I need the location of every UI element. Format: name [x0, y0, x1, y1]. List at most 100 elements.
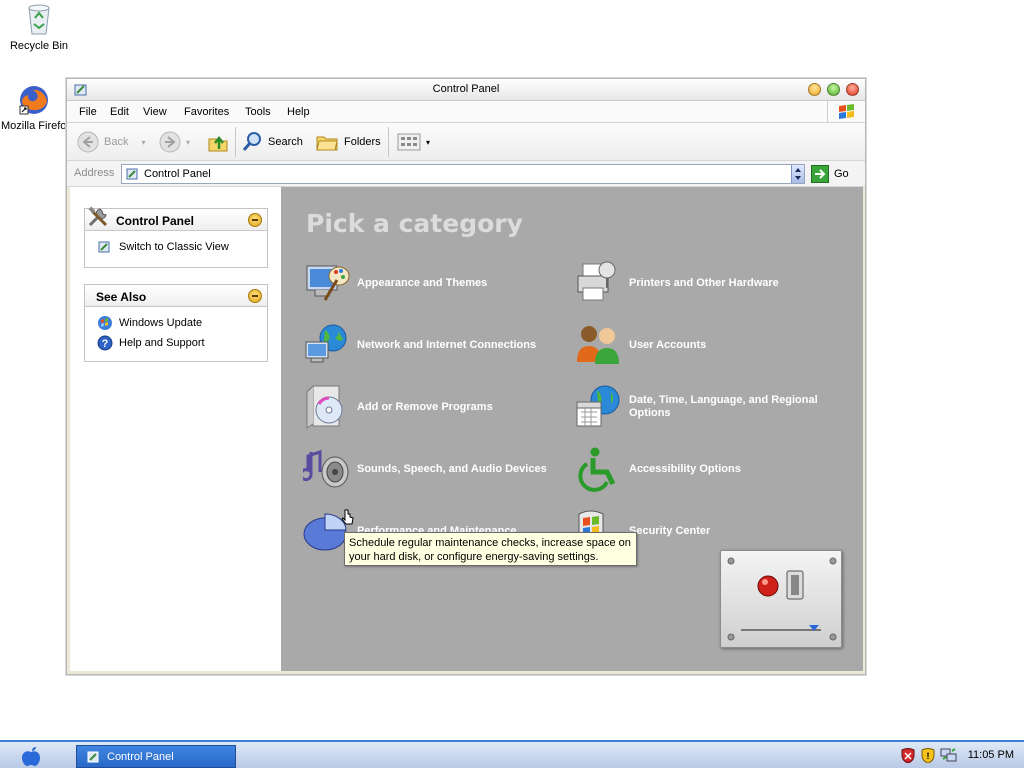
category-label: Sounds, Speech, and Audio Devices — [357, 462, 547, 475]
taskbox-title: Control Panel — [116, 214, 195, 228]
category-accessibility[interactable]: Accessibility Options — [575, 446, 840, 492]
category-user-accounts[interactable]: User Accounts — [575, 322, 840, 368]
calendar-globe-icon — [576, 385, 620, 427]
menu-file[interactable]: File — [79, 106, 97, 118]
desktop-icon-label: Mozilla Firefox — [1, 120, 67, 132]
views-button[interactable]: ▾ — [397, 131, 430, 153]
up-folder-icon — [208, 135, 228, 152]
address-value: Control Panel — [144, 168, 211, 180]
collapse-button[interactable] — [248, 213, 262, 227]
minimize-button[interactable] — [808, 83, 821, 96]
printer-icon — [577, 261, 616, 301]
go-arrow-icon — [811, 165, 829, 183]
recycle-bin-icon — [28, 4, 50, 35]
forward-arrow-icon — [159, 131, 181, 153]
taskbox-header[interactable]: See Also — [85, 285, 267, 307]
category-tooltip: Schedule regular maintenance checks, inc… — [344, 532, 637, 566]
address-dropdown-button[interactable] — [791, 165, 804, 183]
network-connection-icon[interactable] — [940, 747, 958, 763]
back-label: Back — [104, 136, 129, 148]
task-pane: Control Panel Switch to Classic View See… — [70, 187, 281, 671]
switch-classic-view-link[interactable]: Switch to Classic View — [85, 237, 267, 257]
collapse-button[interactable] — [248, 289, 262, 303]
clock[interactable]: 11:05 PM — [968, 749, 1014, 761]
search-button[interactable]: Search — [241, 131, 303, 153]
power-switch-icon — [727, 557, 837, 641]
back-button[interactable]: Back ▾ — [77, 131, 145, 153]
taskbar-control-panel-button[interactable]: Control Panel — [76, 745, 236, 768]
maximize-button[interactable] — [827, 83, 840, 96]
network-globe-icon — [305, 324, 347, 363]
system-tray: ! 11:05 PM — [892, 742, 1024, 768]
control-panel-small-icon — [126, 168, 138, 180]
help-icon: ? — [97, 335, 113, 351]
desktop-icon-firefox[interactable]: Mozilla Firefox — [1, 84, 67, 132]
windows-update-icon — [98, 316, 112, 330]
close-button[interactable] — [846, 83, 859, 96]
menu-view[interactable]: View — [143, 106, 167, 118]
address-bar: Address Control Panel Go — [67, 161, 865, 187]
taskbar: Control Panel ! 11:05 PM — [0, 740, 1024, 768]
category-network-internet[interactable]: Network and Internet Connections — [303, 322, 568, 368]
appearance-themes-icon — [306, 265, 350, 301]
category-label: Printers and Other Hardware — [629, 276, 779, 289]
taskbox-header[interactable]: Control Panel — [85, 206, 267, 231]
window-title: Control Panel — [432, 83, 500, 95]
task-label: Control Panel — [107, 750, 174, 763]
desktop-icon-label: Recycle Bin — [9, 40, 69, 52]
category-appearance-themes[interactable]: Appearance and Themes — [303, 260, 568, 306]
go-button[interactable]: Go — [811, 165, 849, 183]
title-bar[interactable]: Control Panel — [67, 79, 865, 101]
pick-category-heading: Pick a category — [306, 209, 523, 238]
go-label: Go — [834, 168, 849, 180]
up-folder-button[interactable] — [207, 131, 229, 153]
desktop-icon-recycle-bin[interactable]: Recycle Bin — [1, 2, 77, 52]
category-printers-hardware[interactable]: Printers and Other Hardware — [575, 260, 840, 306]
link-label: Help and Support — [119, 337, 205, 349]
see-also-taskbox: See Also Windows Update ? Help and Suppo… — [84, 284, 268, 362]
link-label: Switch to Classic View — [119, 241, 229, 253]
speaker-note-icon — [303, 449, 349, 488]
category-label: Network and Internet Connections — [357, 338, 537, 351]
start-button[interactable] — [18, 746, 44, 769]
back-dropdown-icon[interactable]: ▾ — [141, 138, 145, 147]
svg-text:!: ! — [926, 751, 929, 761]
svg-text:?: ? — [102, 338, 109, 350]
user-accounts-icon — [577, 326, 619, 364]
category-label: Date, Time, Language, and Regional Optio… — [629, 394, 818, 419]
windows-update-link[interactable]: Windows Update — [85, 313, 267, 333]
security-shield-icon[interactable]: ! — [920, 747, 936, 763]
menu-help[interactable]: Help — [287, 106, 310, 118]
help-support-link[interactable]: ? Help and Support — [85, 333, 267, 353]
firefox-icon — [19, 86, 48, 115]
address-field[interactable]: Control Panel — [121, 164, 805, 184]
category-label: Appearance and Themes — [357, 276, 488, 289]
tools-icon — [88, 206, 108, 227]
category-date-time-language[interactable]: Date, Time, Language, and Regional Optio… — [575, 384, 840, 430]
toolbar-separator — [235, 127, 236, 157]
folders-icon — [316, 136, 338, 151]
control-panel-small-icon — [98, 241, 110, 253]
search-label: Search — [268, 136, 303, 148]
menu-favorites[interactable]: Favorites — [184, 106, 229, 118]
link-label: Windows Update — [119, 317, 203, 329]
folders-label: Folders — [344, 136, 381, 148]
search-icon — [242, 132, 261, 151]
switch-widget[interactable] — [720, 550, 842, 648]
menu-tools[interactable]: Tools — [245, 106, 271, 118]
category-sounds-audio[interactable]: Sounds, Speech, and Audio Devices — [303, 446, 568, 492]
security-alert-icon[interactable] — [900, 747, 916, 763]
menu-edit[interactable]: Edit — [110, 106, 129, 118]
add-remove-programs-icon — [306, 385, 343, 429]
standard-toolbar: Back ▾ ▾ Search Folders ▾ — [67, 123, 865, 161]
mouse-cursor-icon — [341, 509, 354, 525]
control-panel-taskbox: Control Panel Switch to Classic View — [84, 206, 268, 268]
control-panel-small-icon — [87, 751, 99, 762]
forward-button[interactable]: ▾ — [159, 131, 190, 153]
category-label: Add or Remove Programs — [357, 400, 493, 413]
toolbar-separator — [388, 127, 389, 157]
folders-button[interactable]: Folders — [315, 131, 381, 153]
category-label: User Accounts — [629, 338, 707, 351]
category-add-remove-programs[interactable]: Add or Remove Programs — [303, 384, 568, 430]
forward-dropdown-icon[interactable]: ▾ — [186, 138, 190, 147]
